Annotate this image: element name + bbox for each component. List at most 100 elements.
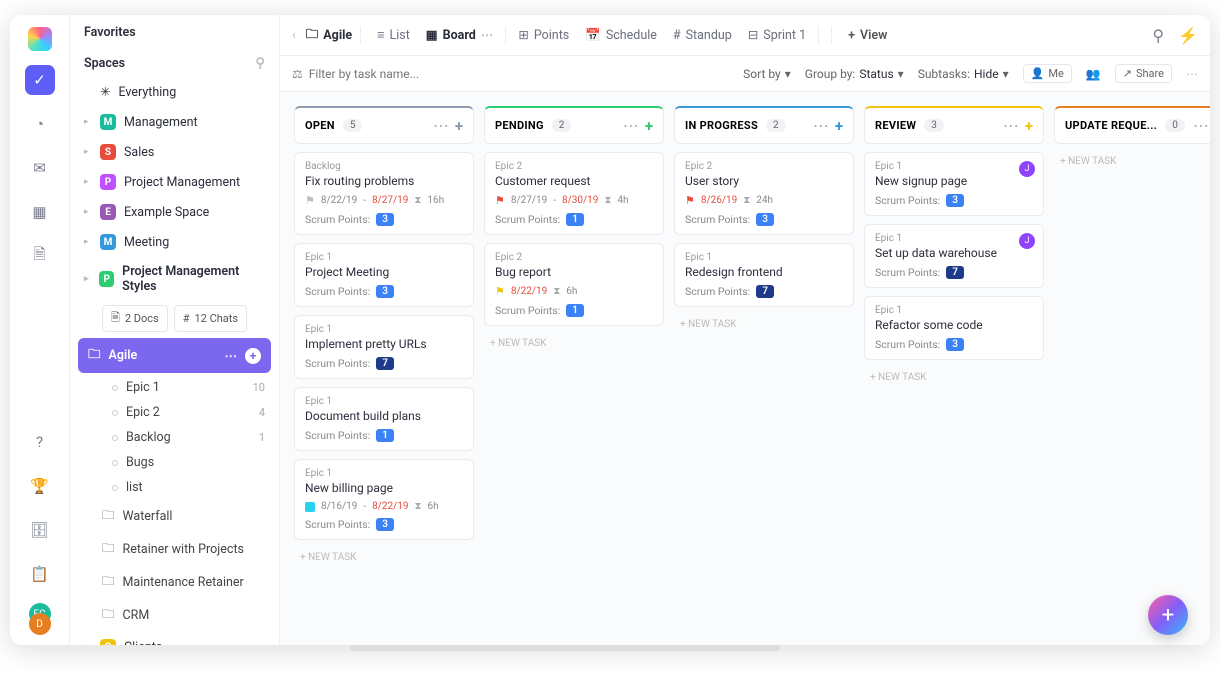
new-task-button[interactable]: + NEW TASK (484, 334, 664, 353)
sidebar-folder-item[interactable]: 🗀Maintenance Retainer (70, 566, 279, 599)
sidebar-spaces-header[interactable]: Spaces⚲ (70, 46, 279, 77)
sidebar-folder-item[interactable]: 🗀CRM (70, 599, 279, 632)
rail-docs-icon[interactable]: 🗎 (25, 241, 55, 271)
sidebar-sub-item[interactable]: Bugs (70, 450, 279, 475)
new-task-button[interactable]: + NEW TASK (864, 368, 1044, 387)
filter-icon[interactable]: ⚖ (292, 67, 303, 81)
sidebar-space-item[interactable]: ▸CClients (70, 632, 279, 645)
sidebar-space-item[interactable]: ▸MMeeting (70, 227, 279, 257)
board-column: OPEN5⋯+BacklogFix routing problems⚑8/22/… (294, 106, 474, 631)
task-card[interactable]: Epic 1New billing page8/16/19-8/22/19⧗6h… (294, 459, 474, 540)
share-button[interactable]: ↗Share (1115, 64, 1172, 83)
add-task-icon[interactable]: + (455, 117, 463, 135)
rail-work-icon[interactable]: 🗄 (25, 515, 55, 545)
card-epic: Epic 1 (875, 305, 1033, 316)
task-card[interactable]: Epic 2Customer request⚑8/27/19-8/30/19⧗4… (484, 152, 664, 235)
column-header: UPDATE REQUE...0⋯+ (1054, 106, 1210, 144)
folder-icon: 🗀 (102, 506, 115, 527)
new-task-button[interactable]: + NEW TASK (294, 548, 474, 567)
more-icon[interactable]: ⋯ (813, 116, 829, 135)
more-icon[interactable]: ⋯ (1193, 116, 1209, 135)
rail-help-icon[interactable]: ? (25, 427, 55, 457)
new-task-button[interactable]: + NEW TASK (674, 315, 854, 334)
task-card[interactable]: Epic 2Bug report⚑8/22/19⧗6hScrum Points:… (484, 243, 664, 326)
sidebar-space-item[interactable]: ▸MManagement (70, 107, 279, 137)
sidebar-space-item[interactable]: ▸PProject Management Styles (70, 257, 279, 301)
task-card[interactable]: Epic 1Redesign frontendScrum Points:7 (674, 243, 854, 307)
app-logo[interactable] (28, 27, 52, 51)
more-icon[interactable]: ⋯ (481, 27, 494, 43)
task-card[interactable]: JEpic 1Set up data warehouseScrum Points… (864, 224, 1044, 288)
rail-trophy-icon[interactable]: 🏆 (25, 471, 55, 501)
view-tab[interactable]: 📅Schedule (577, 24, 665, 47)
column-count: 5 (343, 119, 363, 132)
search-icon[interactable]: ⚲ (1152, 26, 1164, 45)
rail-clipboard-icon[interactable]: 📋 (25, 559, 55, 589)
subtasks-dropdown[interactable]: Subtasks: Hide▾ (918, 67, 1009, 81)
automate-icon[interactable]: ⚡ (1178, 26, 1198, 45)
task-card[interactable]: Epic 1Refactor some codeScrum Points:3 (864, 296, 1044, 360)
add-task-icon[interactable]: + (835, 117, 843, 135)
horizontal-scrollbar[interactable] (350, 645, 780, 651)
breadcrumb[interactable]: 🗀Agile (306, 25, 352, 46)
more-icon[interactable]: ⋯ (225, 348, 238, 364)
view-tab[interactable]: ⊟Sprint 1 (740, 23, 814, 47)
new-task-button[interactable]: + NEW TASK (1054, 152, 1210, 171)
space-label: Meeting (124, 235, 169, 250)
task-card[interactable]: JEpic 1New signup pageScrum Points:3 (864, 152, 1044, 216)
assignee-avatar[interactable]: J (1019, 233, 1035, 249)
rail-apps-icon[interactable]: ▦ (25, 197, 55, 227)
sidebar-active-list[interactable]: 🗀Agile ⋯ + (78, 338, 271, 373)
sidebar-sub-item[interactable]: Backlog1 (70, 425, 279, 450)
sidebar-sub-item[interactable]: Epic 110 (70, 375, 279, 400)
more-icon[interactable]: ⋯ (433, 116, 449, 135)
sidebar-everything[interactable]: ✳Everything (70, 77, 279, 107)
collapse-sidebar-icon[interactable]: ‹ (292, 28, 296, 43)
sort-by-dropdown[interactable]: Sort by▾ (743, 67, 791, 81)
pill-docs[interactable]: 🗎2 Docs (102, 305, 168, 332)
hourglass-icon: ⧗ (414, 195, 421, 206)
task-card[interactable]: Epic 1Document build plansScrum Points:1 (294, 387, 474, 451)
task-card[interactable]: BacklogFix routing problems⚑8/22/19-8/27… (294, 152, 474, 235)
group-by-dropdown[interactable]: Group by: Status▾ (805, 67, 904, 81)
add-icon[interactable]: + (245, 348, 261, 364)
sidebar-space-item[interactable]: ▸EExample Space (70, 197, 279, 227)
scrum-points-badge: 3 (946, 194, 964, 207)
sidebar-folder-item[interactable]: 🗀Retainer with Projects (70, 533, 279, 566)
sidebar-sub-item[interactable]: list (70, 475, 279, 500)
view-icon: ▦ (426, 27, 438, 43)
flag-icon: ⚑ (495, 194, 505, 207)
rail-home-icon[interactable]: ✓ (25, 65, 55, 95)
view-tab[interactable]: ⊞Points (510, 23, 577, 47)
sidebar-sub-item[interactable]: Epic 24 (70, 400, 279, 425)
view-tab[interactable]: ≡List (369, 24, 418, 47)
sidebar-folder-item[interactable]: 🗀Waterfall (70, 500, 279, 533)
sidebar-favorites-header[interactable]: Favorites (70, 15, 279, 46)
view-tab[interactable]: #Standup (665, 24, 740, 47)
add-task-icon[interactable]: + (645, 117, 653, 135)
assignee-avatar[interactable]: J (1019, 161, 1035, 177)
search-icon[interactable]: ⚲ (255, 56, 265, 71)
task-card[interactable]: Epic 1Implement pretty URLsScrum Points:… (294, 315, 474, 379)
pill-chats[interactable]: #12 Chats (174, 305, 247, 332)
sidebar-space-item[interactable]: ▸SSales (70, 137, 279, 167)
rail-avatars[interactable]: EC D (25, 603, 55, 633)
more-icon[interactable]: ⋯ (623, 116, 639, 135)
task-card[interactable]: Epic 1Project MeetingScrum Points:3 (294, 243, 474, 307)
add-task-icon[interactable]: + (1025, 117, 1033, 135)
scrum-points-badge: 1 (376, 429, 394, 442)
view-tab[interactable]: ▦Board⋯ (418, 23, 502, 47)
sidebar: Favorites Spaces⚲ ✳Everything ▸MManageme… (70, 15, 280, 645)
add-view-button[interactable]: +View (840, 24, 895, 47)
more-icon[interactable]: ⋯ (1003, 116, 1019, 135)
rail-inbox-icon[interactable]: ✉ (25, 153, 55, 183)
view-icon: ⊟ (748, 27, 758, 43)
me-button[interactable]: 👤Me (1023, 64, 1072, 83)
filter-input[interactable] (309, 67, 469, 81)
assignees-icon[interactable]: 👥 (1086, 67, 1101, 81)
rail-notif-icon[interactable]: ◔ (25, 109, 55, 139)
sidebar-space-item[interactable]: ▸PProject Management (70, 167, 279, 197)
more-icon[interactable]: ⋯ (1186, 67, 1198, 81)
task-card[interactable]: Epic 2User story⚑8/26/19⧗24hScrum Points… (674, 152, 854, 235)
fab-create-button[interactable]: + (1148, 595, 1188, 635)
